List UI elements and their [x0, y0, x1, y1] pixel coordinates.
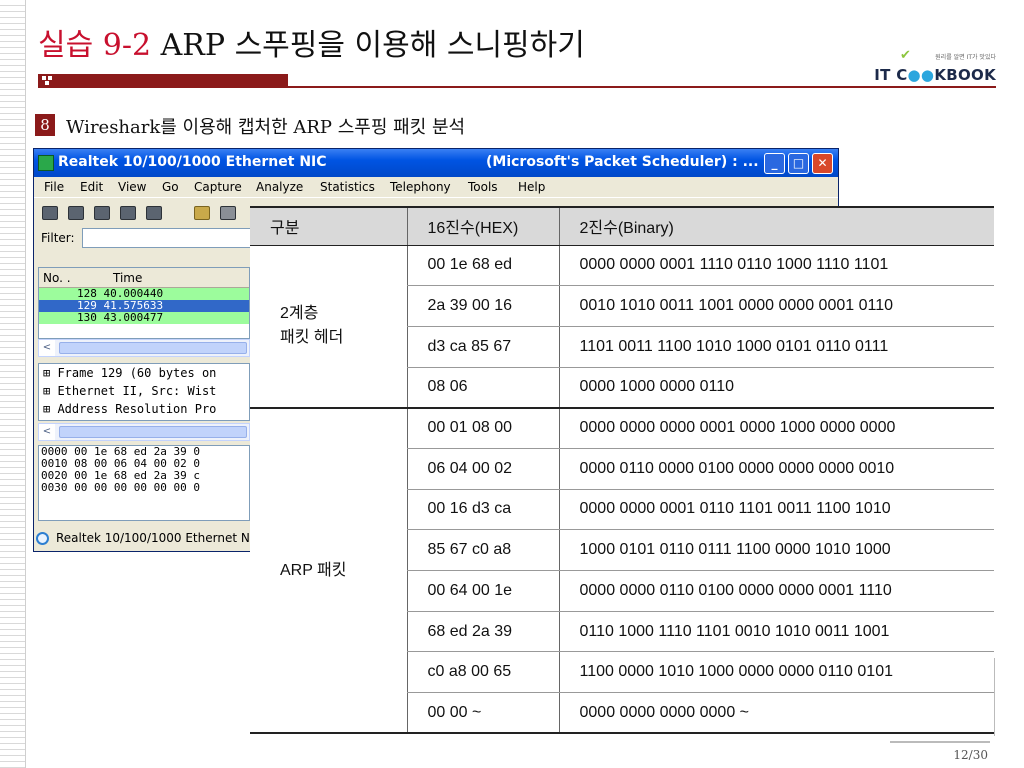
- save-icon[interactable]: [220, 206, 236, 220]
- detail-frame[interactable]: ⊞ Frame 129 (60 bytes on: [39, 364, 249, 382]
- slide-title-text: ARP 스푸핑을 이용해 스니핑하기: [160, 28, 585, 63]
- left-margin-stripe: [0, 0, 26, 768]
- minimize-button[interactable]: _: [764, 153, 785, 174]
- options-icon[interactable]: [68, 206, 84, 220]
- binary-cell: 0000 0000 0001 1110 0110 1000 1110 1101: [558, 245, 994, 287]
- binary-cell: 0000 0000 0001 0110 1101 0011 1100 1010: [558, 489, 994, 531]
- hex-cell: 85 67 c0 a8: [406, 529, 559, 571]
- binary-cell: 0010 1010 0011 1001 0000 0000 0001 0110: [558, 285, 994, 327]
- packet-list-header: No. . Time: [39, 268, 249, 288]
- table-row: ARP 패킷 00 01 08 00 0000 0000 0000 0001 0…: [250, 407, 994, 735]
- scroll-left-icon[interactable]: <: [39, 424, 55, 440]
- hex-cell: 00 00 ~: [406, 692, 559, 735]
- packet-list-scrollbar[interactable]: <: [38, 339, 250, 357]
- packet-row[interactable]: 130 43.000477: [39, 312, 249, 324]
- subheading: Wireshark를 이용해 캡처한 ARP 스푸핑 패킷 분석: [66, 117, 466, 138]
- menu-file[interactable]: File: [44, 180, 64, 194]
- binary-cell: 0000 1000 0000 0110: [558, 367, 994, 409]
- table-row: 2계층 패킷 헤더 00 1e 68 ed 0000 0000 0001 1110…: [250, 245, 994, 409]
- stop-capture-icon[interactable]: [120, 206, 136, 220]
- maximize-button[interactable]: □: [788, 153, 809, 174]
- column-no[interactable]: No. .: [43, 271, 71, 285]
- group-layer2-header: 2계층 패킷 헤더: [250, 245, 407, 409]
- menu-analyze[interactable]: Analyze: [256, 180, 303, 194]
- column-time[interactable]: Time: [113, 271, 142, 285]
- binary-cell: 0000 0000 0000 0001 0000 1000 0000 0000: [558, 407, 994, 449]
- hex-cell: 00 16 d3 ca: [406, 489, 559, 531]
- header-binary: 2진수(Binary): [558, 206, 994, 246]
- hex-cell: d3 ca 85 67: [406, 326, 559, 368]
- menu-view[interactable]: View: [118, 180, 146, 194]
- logo-tagline: 원리를 알면 IT가 맛있다: [935, 54, 996, 61]
- packet-list-pane: No. . Time 128 40.000440 129 41.575633 1…: [38, 267, 250, 339]
- binary-cell: 0000 0000 0110 0100 0000 0000 0001 1110: [558, 570, 994, 612]
- menu-statistics[interactable]: Statistics: [320, 180, 375, 194]
- footer-rule: [890, 741, 990, 743]
- detail-ethernet[interactable]: ⊞ Ethernet II, Src: Wist: [39, 382, 249, 400]
- status-text: Realtek 10/100/1000 Ethernet NI: [56, 531, 254, 545]
- wireshark-titlebar[interactable]: Realtek 10/100/1000 Ethernet NIC (Micros…: [34, 149, 838, 177]
- binary-cell: 0110 1000 1110 1101 0010 1010 0011 1001: [558, 611, 994, 653]
- binary-cell: 1100 0000 1010 1000 0000 0000 0110 0101: [558, 651, 994, 694]
- detail-arp[interactable]: ⊞ Address Resolution Pro: [39, 400, 249, 418]
- group-arp-packet: ARP 패킷: [250, 407, 407, 735]
- hex-cell: c0 a8 00 65: [406, 651, 559, 694]
- page-number: 12/30: [953, 748, 988, 762]
- menu-edit[interactable]: Edit: [80, 180, 103, 194]
- scrollbar-thumb[interactable]: [59, 342, 247, 354]
- slide-title: 실습 9-2 ARP 스푸핑을 이용해 스니핑하기: [38, 20, 585, 64]
- header-category: 구분: [250, 206, 407, 246]
- binary-cell: 0000 0000 0000 0000 ~: [558, 692, 994, 735]
- title-rule: [38, 74, 996, 88]
- hex-cell: 06 04 00 02: [406, 448, 559, 490]
- restart-capture-icon[interactable]: [146, 206, 162, 220]
- bytes-line: 0030 00 00 00 00 00 00 0: [41, 481, 200, 494]
- menu-telephony[interactable]: Telephony: [390, 180, 451, 194]
- wireshark-app-icon: [38, 155, 54, 171]
- details-scrollbar[interactable]: <: [38, 423, 250, 441]
- hex-cell: 2a 39 00 16: [406, 285, 559, 327]
- folder-icon[interactable]: [194, 206, 210, 220]
- hex-binary-table: 구분 16진수(HEX) 2진수(Binary) 2계층 패킷 헤더 00 1e …: [250, 206, 994, 735]
- scroll-left-icon[interactable]: <: [39, 340, 55, 356]
- table-header-row: 구분 16진수(HEX) 2진수(Binary): [250, 206, 994, 246]
- hex-cell: 00 1e 68 ed: [406, 245, 559, 287]
- filter-input[interactable]: [82, 228, 252, 248]
- menu-help[interactable]: Help: [518, 180, 545, 194]
- hex-cell: 00 64 00 1e: [406, 570, 559, 612]
- wireshark-menubar: File Edit View Go Capture Analyze Statis…: [34, 177, 838, 197]
- it-cookbook-logo: ✔ 원리를 알면 IT가 맛있다 IT C●●KBOOK: [870, 48, 996, 84]
- hex-cell: 00 01 08 00: [406, 407, 559, 449]
- subheading-number-badge: 8: [35, 114, 55, 136]
- start-capture-icon[interactable]: [94, 206, 110, 220]
- menu-tools[interactable]: Tools: [468, 180, 498, 194]
- menu-go[interactable]: Go: [162, 180, 179, 194]
- title-rule-line: [288, 86, 996, 88]
- scrollbar-thumb[interactable]: [59, 426, 247, 438]
- packet-bytes-pane: 0000 00 1e 68 ed 2a 39 0 0010 08 00 06 0…: [38, 445, 250, 521]
- interfaces-icon[interactable]: [42, 206, 58, 220]
- binary-cell: 1101 0011 1100 1010 1000 0101 0110 0111: [558, 326, 994, 368]
- check-icon: ✔: [900, 48, 911, 63]
- close-button[interactable]: ✕: [812, 153, 833, 174]
- menu-capture[interactable]: Capture: [194, 180, 242, 194]
- hex-cell: 68 ed 2a 39: [406, 611, 559, 653]
- binary-cell: 0000 0110 0000 0100 0000 0000 0000 0010: [558, 448, 994, 490]
- window-title-left: Realtek 10/100/1000 Ethernet NIC: [58, 154, 327, 170]
- decorative-building-sketch: [994, 658, 1024, 736]
- capture-status-icon[interactable]: [36, 532, 49, 545]
- slide-title-number: 실습 9-2: [38, 28, 152, 63]
- window-title-right: (Microsoft's Packet Scheduler) : ...: [486, 154, 759, 170]
- title-rule-block: [38, 74, 288, 88]
- header-hex: 16진수(HEX): [406, 206, 559, 246]
- hex-cell: 08 06: [406, 367, 559, 409]
- packet-details-pane: ⊞ Frame 129 (60 bytes on ⊞ Ethernet II, …: [38, 363, 250, 421]
- filter-label: Filter:: [41, 231, 75, 245]
- binary-cell: 1000 0101 0110 0111 1100 0000 1010 1000: [558, 529, 994, 571]
- logo-name: IT C●●KBOOK: [874, 66, 996, 84]
